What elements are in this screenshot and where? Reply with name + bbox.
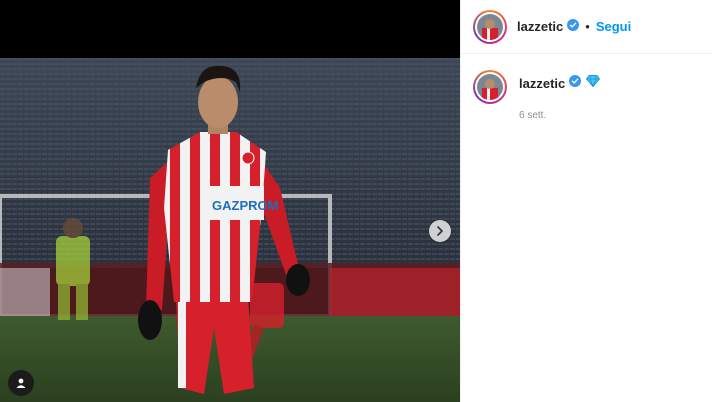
caption-author-avatar[interactable] — [473, 70, 507, 104]
follow-button[interactable]: Segui — [596, 19, 631, 34]
post-timestamp[interactable]: 6 sett. — [519, 110, 600, 121]
author-username[interactable]: lazzetic — [517, 19, 563, 34]
user-tag-icon — [16, 378, 26, 388]
verified-badge-icon — [567, 18, 580, 36]
next-media-button[interactable] — [429, 220, 451, 242]
verified-badge-icon — [569, 74, 582, 92]
caption-comment: lazzetic 6 sett. — [473, 70, 601, 121]
chevron-right-icon — [437, 226, 443, 236]
post-photo: GAZPROM — [0, 58, 460, 402]
caption-author-username[interactable]: lazzetic — [519, 76, 565, 91]
post-header: lazzetic • Segui — [461, 0, 712, 54]
gem-icon — [586, 74, 601, 92]
instagram-post-modal: GAZPROM lazzetic • Segui lazzetic 6 sett… — [0, 0, 712, 402]
post-sidebar: lazzetic • Segui lazzetic 6 sett. — [460, 0, 712, 402]
author-avatar[interactable] — [473, 9, 507, 44]
separator-dot: • — [585, 19, 590, 34]
post-media: GAZPROM — [0, 0, 460, 402]
jersey-sponsor: GAZPROM — [212, 198, 278, 213]
tagged-users-button[interactable] — [8, 370, 34, 396]
